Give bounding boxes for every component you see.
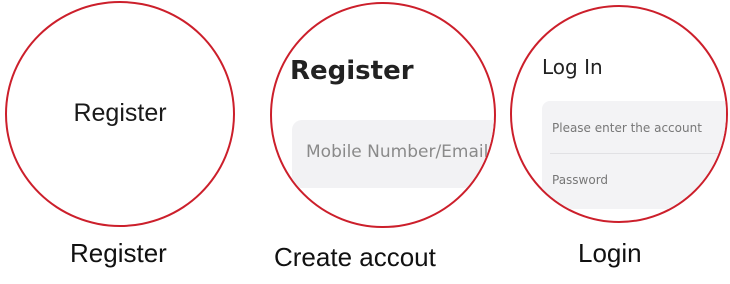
caption-login: Login <box>578 238 642 268</box>
login-title: Log In <box>542 55 603 79</box>
login-fields: Please enter the account Password <box>542 101 726 209</box>
password-input[interactable]: Password <box>552 173 608 187</box>
mobile-email-placeholder: Mobile Number/Email <box>306 142 489 162</box>
login-zoom-circle: Log In Please enter the account Password <box>510 5 728 223</box>
field-divider <box>550 153 726 154</box>
account-input[interactable]: Please enter the account <box>552 121 702 135</box>
caption-create-account: Create accout <box>274 242 436 272</box>
register-zoom-circle: Register <box>5 1 235 227</box>
create-account-zoom-circle: Register Mobile Number/Email <box>270 2 496 228</box>
caption-register: Register <box>70 238 167 268</box>
register-button[interactable]: Register <box>7 99 233 128</box>
mobile-email-input[interactable]: Mobile Number/Email <box>292 120 494 188</box>
register-title: Register <box>290 56 414 86</box>
